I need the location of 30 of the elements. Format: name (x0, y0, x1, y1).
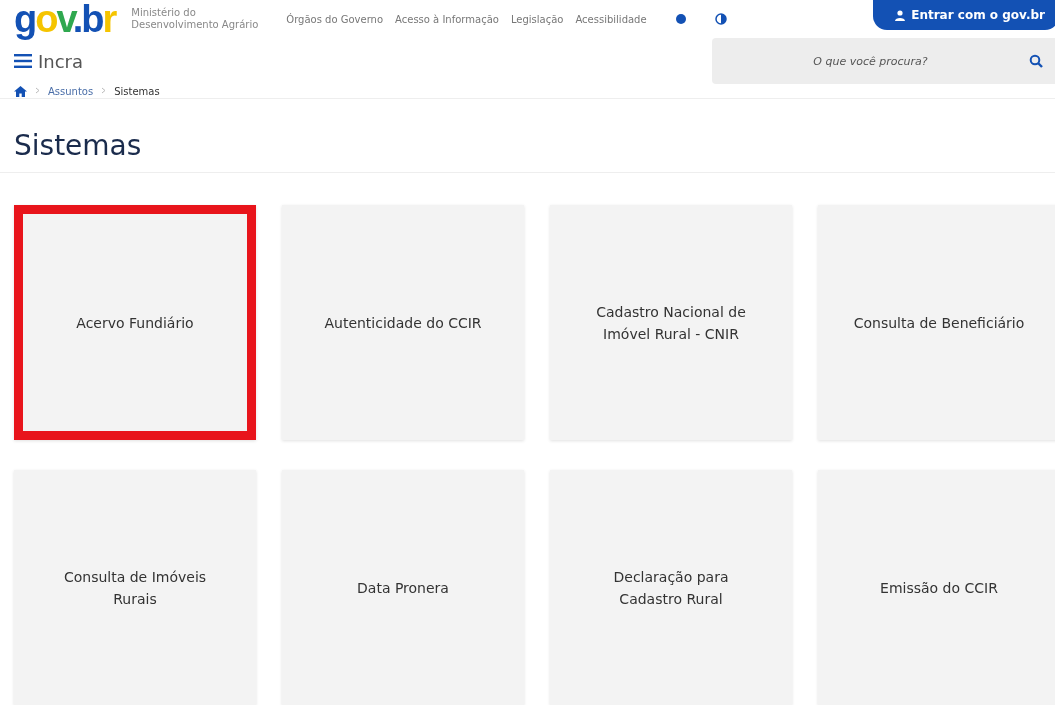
gov-logo[interactable]: gov.br (14, 0, 116, 38)
site-menu[interactable]: Incra (14, 50, 84, 72)
login-button[interactable]: Entrar com o gov.br (873, 0, 1055, 30)
chevron-icon (35, 86, 40, 96)
menu-icon (14, 54, 32, 68)
search-icon[interactable] (1029, 54, 1043, 68)
home-icon[interactable] (14, 85, 27, 97)
top-link[interactable]: Acesso à Informação (395, 13, 499, 25)
top-link[interactable]: Acessibilidade (575, 13, 647, 25)
top-link[interactable]: Órgãos do Governo (286, 13, 384, 25)
ministry-name: Desenvolvimento Agrário (131, 19, 259, 31)
search-bar[interactable]: O que você procura? (712, 38, 1055, 84)
color-icon[interactable] (674, 13, 687, 25)
system-card[interactable]: Acervo Fundiário (14, 205, 256, 440)
search-field[interactable]: O que você procura? (712, 53, 1029, 69)
system-card[interactable]: Consulta de Imóveis Rurais (14, 470, 256, 705)
system-card[interactable]: Autenticidade do CCIR (282, 205, 524, 440)
breadcrumb-current: Sistemas (114, 85, 160, 97)
system-card[interactable]: Data Pronera (282, 470, 524, 705)
system-card[interactable]: Declaração para Cadastro Rural (550, 470, 792, 705)
chevron-icon (101, 86, 107, 96)
breadcrumb-link[interactable]: Assuntos (48, 85, 94, 97)
ministry-name: Ministério do (131, 7, 197, 19)
system-card[interactable]: Consulta de Beneficiário (818, 205, 1055, 440)
system-card[interactable]: Emissão do CCIR (818, 470, 1055, 705)
page-title: Sistemas (0, 99, 1055, 173)
user-icon (895, 9, 906, 21)
contrast-icon[interactable] (714, 13, 727, 25)
system-card[interactable]: Cadastro Nacional de Imóvel Rural - CNIR (550, 205, 792, 440)
top-link[interactable]: Legislação (510, 13, 564, 25)
